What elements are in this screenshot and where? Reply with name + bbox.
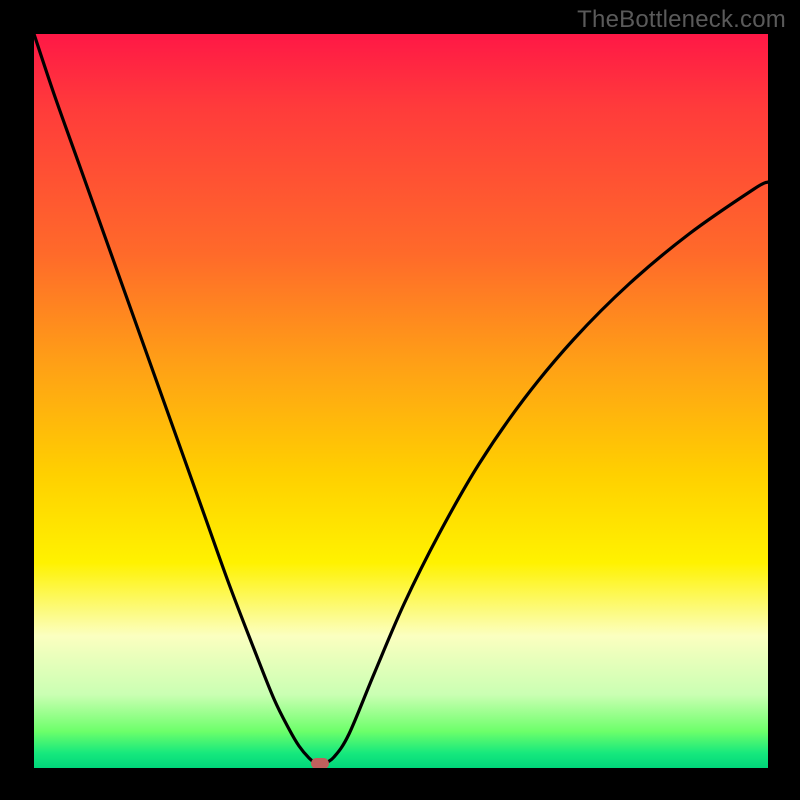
plot-area (34, 34, 768, 768)
data-marker (311, 758, 329, 769)
curve-path (34, 34, 768, 764)
bottleneck-curve (34, 34, 768, 768)
watermark-text: TheBottleneck.com (577, 6, 786, 34)
chart-frame: TheBottleneck.com (0, 0, 800, 800)
